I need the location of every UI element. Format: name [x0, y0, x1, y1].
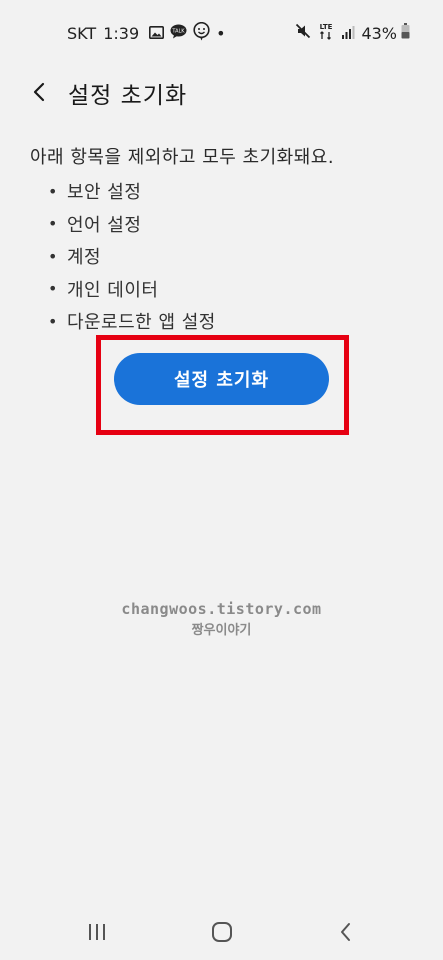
home-icon	[212, 922, 232, 942]
home-button[interactable]	[202, 914, 242, 950]
app-header: 설정 초기화	[0, 70, 443, 114]
status-bar: SKT 1:39 TALK • LTE 43%	[0, 0, 443, 66]
battery-percent: 43%	[361, 23, 397, 43]
list-item: • 다운로드한 앱 설정	[48, 311, 216, 334]
signal-icon	[341, 24, 355, 43]
recents-icon	[89, 924, 105, 940]
svg-text:LTE: LTE	[320, 23, 333, 31]
gallery-icon	[149, 24, 165, 43]
carrier-label: SKT	[67, 24, 97, 43]
reset-settings-button[interactable]: 설정 초기화	[114, 353, 329, 405]
face-icon	[193, 21, 210, 45]
watermark-url: changwoos.tistory.com	[121, 600, 322, 618]
list-item: • 보안 설정	[48, 181, 142, 204]
back-arrow-icon	[33, 82, 45, 102]
status-right: LTE 43%	[295, 22, 410, 44]
list-item: • 개인 데이터	[48, 279, 159, 301]
status-left: SKT 1:39 TALK •	[67, 21, 232, 45]
lte-icon: LTE	[317, 22, 335, 44]
watermark: changwoos.tistory.com 짱우이야기	[0, 600, 443, 638]
navigation-bar	[0, 900, 443, 960]
back-button[interactable]	[25, 78, 53, 106]
retained-items-list: • 보안 설정 • 언어 설정 • 계정 • 개인 데이터 • 다운로드한 앱 설정	[48, 175, 216, 338]
list-item: • 계정	[48, 246, 102, 269]
nav-back-icon	[341, 923, 350, 941]
svg-text:TALK: TALK	[172, 29, 186, 35]
recents-button[interactable]	[77, 914, 117, 950]
watermark-name: 짱우이야기	[191, 623, 252, 638]
mute-icon	[295, 23, 311, 43]
clock: 1:39	[103, 24, 140, 43]
notification-dot: •	[216, 24, 226, 43]
talk-icon: TALK	[170, 24, 187, 43]
list-item: • 언어 설정	[48, 214, 142, 236]
battery-icon	[401, 23, 410, 43]
nav-back-button[interactable]	[326, 914, 366, 950]
intro-text: 아래 항목을 제외하고 모두 초기화돼요.	[30, 147, 335, 168]
page-title: 설정 초기화	[68, 83, 188, 109]
